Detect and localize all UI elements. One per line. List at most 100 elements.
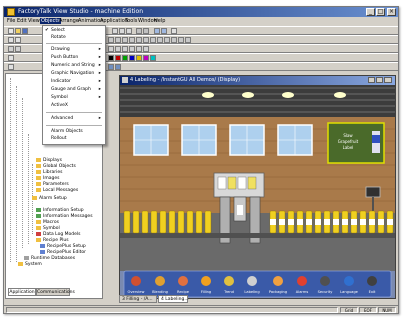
tree-item-parameters[interactable]: Parameters xyxy=(43,182,69,187)
menu-item-select[interactable]: Select xyxy=(51,28,65,33)
arc-tool-icon[interactable] xyxy=(136,37,142,43)
tree-item-recipeplus-setup[interactable]: RecipePlus Setup xyxy=(47,244,86,249)
menu-item-numeric-string[interactable]: Numeric and String xyxy=(51,63,95,68)
image-tool-icon[interactable] xyxy=(150,37,156,43)
ungroup-icon[interactable] xyxy=(115,46,121,52)
maximize-button[interactable]: □ xyxy=(376,8,385,16)
color-red-icon[interactable] xyxy=(115,55,121,61)
tree-item-runtime-databases[interactable]: Runtime Databases xyxy=(31,256,75,261)
color-cyan-icon[interactable] xyxy=(150,55,156,61)
open-icon[interactable] xyxy=(15,28,21,34)
menu-item-gauge-graph[interactable]: Gauge and Graph xyxy=(51,87,91,92)
zoom-in-icon[interactable] xyxy=(154,28,160,34)
undo-icon[interactable] xyxy=(136,28,142,34)
menu-edit[interactable]: Edit xyxy=(17,18,27,24)
color-black-icon[interactable] xyxy=(108,55,114,61)
freehand-tool-icon[interactable] xyxy=(171,37,177,43)
color-green-icon[interactable] xyxy=(122,55,128,61)
title-bar[interactable]: FactoryTalk View Studio - machine Editio… xyxy=(4,7,398,17)
menu-item-alarm-objects[interactable]: Alarm Objects xyxy=(51,129,83,134)
menu-item-drawing[interactable]: Drawing xyxy=(51,47,70,52)
align-center-icon[interactable] xyxy=(15,46,21,52)
display-maximize-button[interactable] xyxy=(376,77,383,83)
tree-item-libraries[interactable]: Libraries xyxy=(43,170,62,175)
menu-objects[interactable]: Objects xyxy=(40,18,61,24)
zoom-out-icon[interactable] xyxy=(161,28,167,34)
rectangle-tool-icon[interactable] xyxy=(122,37,128,43)
nav-filling[interactable]: Filling xyxy=(201,290,211,294)
menu-item-activex[interactable]: ActiveX xyxy=(51,103,68,108)
tree-item-information-setup[interactable]: Information Setup xyxy=(43,208,84,213)
redo-icon[interactable] xyxy=(143,28,149,34)
menu-application[interactable]: Application xyxy=(100,18,128,24)
grid-icon[interactable] xyxy=(171,28,177,34)
color-magenta-icon[interactable] xyxy=(143,55,149,61)
tree-item-recipeplus-editor[interactable]: RecipePlus Editor xyxy=(47,250,86,255)
menu-help[interactable]: Help xyxy=(154,18,165,24)
align-left-icon[interactable] xyxy=(8,46,14,52)
pointer-icon[interactable] xyxy=(8,55,14,61)
nav-alarms[interactable]: Alarms xyxy=(296,290,309,294)
nav-overview[interactable]: Overview xyxy=(128,290,145,294)
tree-item-data-log-models[interactable]: Data Log Models xyxy=(43,232,81,237)
tab-communications[interactable]: Communications xyxy=(36,288,75,296)
menu-file[interactable]: File xyxy=(7,18,15,24)
line-tool-icon[interactable] xyxy=(108,37,114,43)
select-tool-icon[interactable] xyxy=(8,37,14,43)
tree-item-images[interactable]: Images xyxy=(43,176,59,181)
minimize-button[interactable]: _ xyxy=(366,8,375,16)
nav-recipe[interactable]: Recipe xyxy=(177,290,190,294)
display-close-button[interactable] xyxy=(384,77,392,83)
menu-arrange[interactable]: Arrange xyxy=(59,18,79,24)
send-back-icon[interactable] xyxy=(129,46,135,52)
tree-item-symbol[interactable]: Symbol xyxy=(43,226,60,231)
flip-icon[interactable] xyxy=(136,46,142,52)
nav-blending[interactable]: Blending xyxy=(152,290,168,294)
nav-exit[interactable]: Exit xyxy=(369,290,376,294)
tab-filling-display[interactable]: 3 Filling - /A... xyxy=(119,295,157,303)
save-icon[interactable] xyxy=(22,28,28,34)
menu-item-rotate[interactable]: Rotate xyxy=(51,35,66,40)
color-blue-icon[interactable] xyxy=(129,55,135,61)
tree-item-local-messages[interactable]: Local Messages xyxy=(43,188,78,193)
nav-packaging[interactable]: Packaging xyxy=(269,290,287,294)
round-rect-tool-icon[interactable] xyxy=(185,37,191,43)
copy-icon[interactable] xyxy=(119,28,125,34)
test-display-icon[interactable] xyxy=(8,64,14,70)
nav-labeling[interactable]: Labeling xyxy=(244,290,259,294)
menu-tools[interactable]: Tools xyxy=(125,18,137,24)
group-icon[interactable] xyxy=(108,46,114,52)
menu-item-push-button[interactable]: Push Button xyxy=(51,55,78,60)
tab-labeling-display[interactable]: 4 Labeling... xyxy=(158,295,189,303)
nav-language[interactable]: Language xyxy=(340,290,359,294)
menu-item-rollout[interactable]: Rollout xyxy=(51,136,67,141)
tree-item-global-objects[interactable]: Global Objects xyxy=(43,164,76,169)
cut-icon[interactable] xyxy=(112,28,118,34)
menu-item-symbol[interactable]: Symbol xyxy=(51,95,68,100)
nav-security[interactable]: Security xyxy=(318,290,334,294)
tree-item-system[interactable]: System xyxy=(25,262,42,267)
color-yellow-icon[interactable] xyxy=(136,55,142,61)
tree-item-information-messages[interactable]: Information Messages xyxy=(43,214,93,219)
polyline-tool-icon[interactable] xyxy=(115,37,121,43)
tree-item-recipe-plus[interactable]: Recipe Plus xyxy=(43,238,69,243)
menu-item-graphic-navigation[interactable]: Graphic Navigation xyxy=(51,71,94,76)
tree-item-macros[interactable]: Macros xyxy=(43,220,59,225)
text-tool-icon[interactable] xyxy=(143,37,149,43)
ellipse-tool-icon[interactable] xyxy=(129,37,135,43)
new-icon[interactable] xyxy=(8,28,14,34)
display-title-bar[interactable]: 4 Labeling - /InstantGU All Demos/ (Disp… xyxy=(120,76,395,85)
paste-icon[interactable] xyxy=(126,28,132,34)
bring-front-icon[interactable] xyxy=(122,46,128,52)
wedge-tool-icon[interactable] xyxy=(164,37,170,43)
polygon-tool-icon[interactable] xyxy=(178,37,184,43)
close-button[interactable]: × xyxy=(387,8,396,16)
menu-item-advanced[interactable]: Advanced xyxy=(51,116,73,121)
nav-trend[interactable]: Trend xyxy=(223,290,234,294)
menu-item-indicator[interactable]: Indicator xyxy=(51,79,71,84)
space-icon[interactable] xyxy=(143,46,149,52)
display-minimize-button[interactable] xyxy=(368,77,375,83)
tree-item-alarm-setup[interactable]: Alarm Setup xyxy=(39,196,67,201)
animation-icon[interactable] xyxy=(108,64,114,70)
rotate-tool-icon[interactable] xyxy=(15,37,21,43)
